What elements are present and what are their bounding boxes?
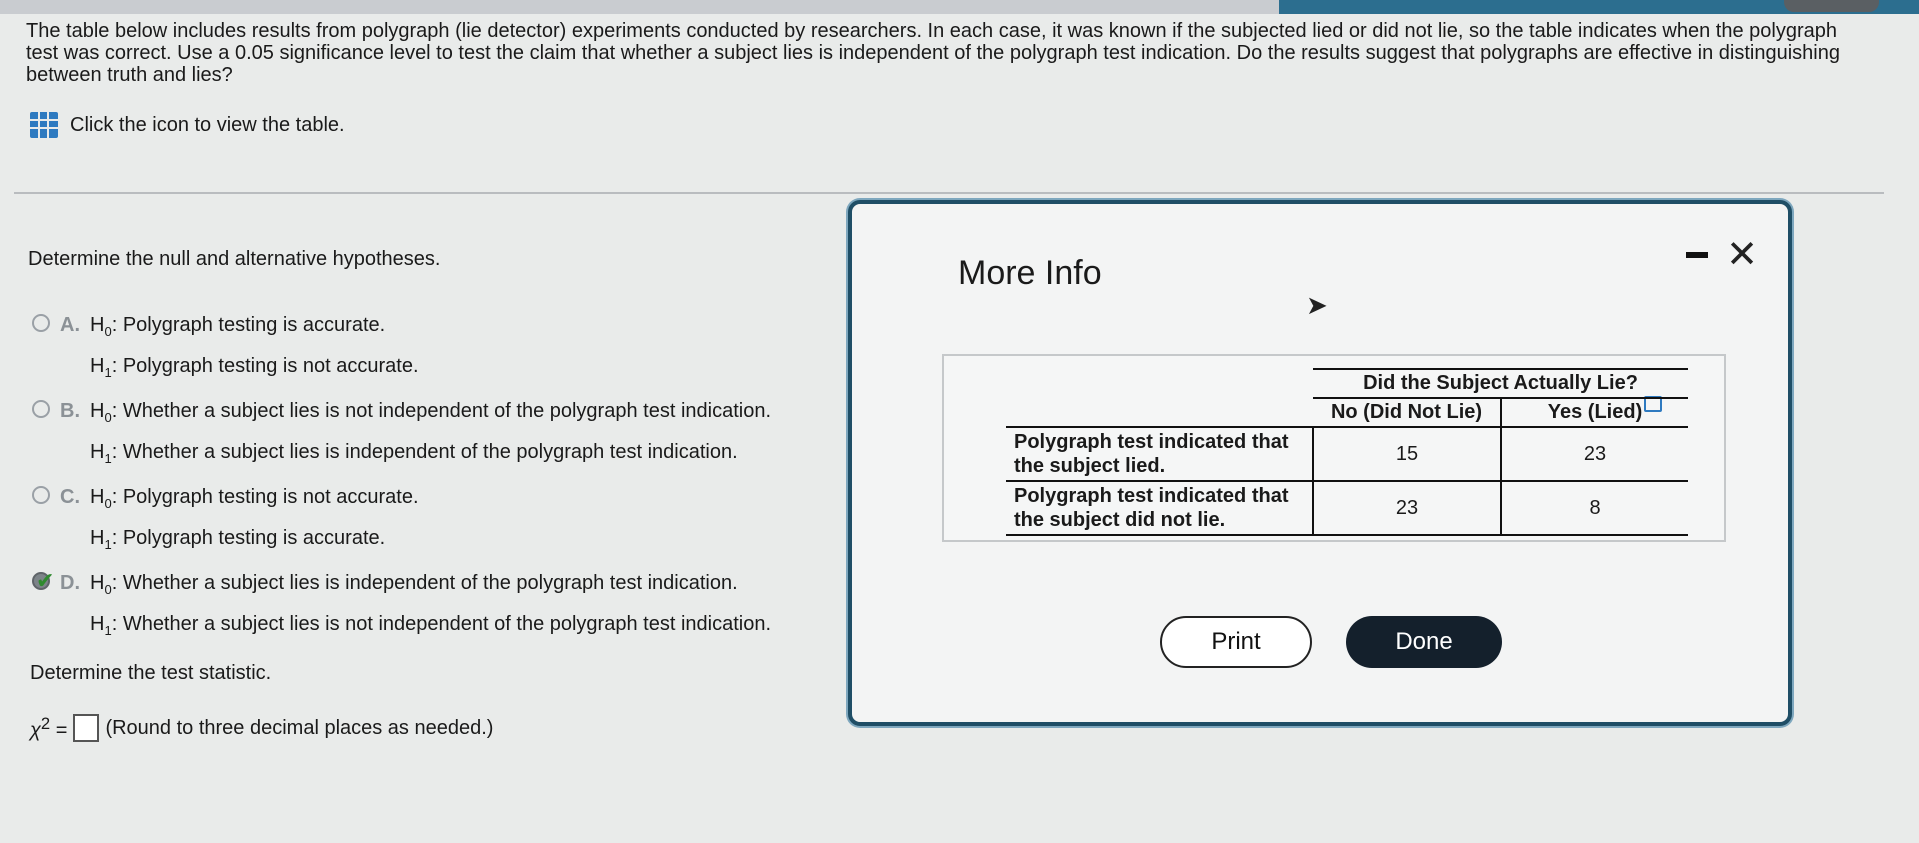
view-table-link[interactable]: Click the icon to view the table. (30, 112, 345, 138)
close-icon[interactable]: ✕ (1726, 232, 1758, 277)
test-statistic-prompt: Determine the test statistic. (30, 662, 272, 684)
option-b-h0: H0: Whether a subject lies is not indepe… (90, 400, 771, 425)
print-button[interactable]: Print (1160, 616, 1312, 668)
chi-square-row: χ2 = (Round to three decimal places as n… (30, 714, 493, 743)
info-table: Did the Subject Actually Lie? No (Did No… (1006, 368, 1688, 536)
option-d-letter: D. (60, 572, 80, 594)
minimize-icon[interactable] (1686, 252, 1708, 258)
option-b-letter: B. (60, 400, 80, 422)
table-row: Polygraph test indicated that the subject… (1006, 480, 1688, 536)
table-corner (1006, 369, 1313, 398)
table-corner-2 (1006, 398, 1313, 427)
option-d-h0: H0: Whether a subject lies is independen… (90, 572, 738, 597)
mouse-cursor-icon: ➤ (1306, 290, 1328, 320)
table-cell: 23 (1500, 427, 1688, 482)
option-a[interactable]: A. H0: Polygraph testing is accurate. H1… (32, 308, 419, 390)
modal-title: More Info (958, 254, 1102, 292)
option-b-h1: H1: Whether a subject lies is independen… (90, 441, 738, 466)
chi-square-input[interactable] (73, 714, 100, 743)
option-d[interactable]: ✔ D. H0: Whether a subject lies is indep… (32, 566, 771, 648)
top-bar-pill (1784, 0, 1879, 12)
rounding-hint: (Round to three decimal places as needed… (105, 716, 494, 739)
col-header-no: No (Did Not Lie) (1313, 398, 1502, 428)
top-bar (0, 0, 1919, 14)
hypotheses-section: Determine the null and alternative hypot… (28, 248, 848, 638)
more-info-modal: More Info ✕ ➤ Did the Subject Actually L… (848, 200, 1792, 726)
col-header-yes: Yes (Lied) (1501, 398, 1688, 428)
table-grid-icon[interactable] (30, 112, 58, 138)
chi-square-symbol: χ2 = (30, 714, 68, 742)
option-a-letter: A. (60, 314, 80, 336)
hypotheses-prompt: Determine the null and alternative hypot… (28, 248, 441, 270)
option-c-h1: H1: Polygraph testing is accurate. (90, 527, 386, 552)
correct-check-icon: ✔ (36, 568, 55, 593)
option-c[interactable]: C. H0: Polygraph testing is not accurate… (32, 480, 419, 562)
row-label: Polygraph test indicated that the subject… (1006, 426, 1313, 482)
option-c-h0: H0: Polygraph testing is not accurate. (90, 486, 419, 511)
done-button[interactable]: Done (1346, 616, 1502, 668)
section-divider (14, 192, 1884, 194)
option-a-h1: H1: Polygraph testing is not accurate. (90, 355, 419, 380)
option-b-radio[interactable] (32, 400, 50, 418)
info-table-container: Did the Subject Actually Lie? No (Did No… (942, 354, 1726, 542)
option-a-radio[interactable] (32, 314, 50, 332)
option-d-radio[interactable]: ✔ (32, 568, 54, 593)
option-b[interactable]: B. H0: Whether a subject lies is not ind… (32, 394, 771, 476)
table-top-header: Did the Subject Actually Lie? (1313, 368, 1688, 399)
option-d-h1: H1: Whether a subject lies is not indepe… (90, 613, 771, 638)
table-cell: 23 (1312, 481, 1501, 536)
row-label: Polygraph test indicated that the subject… (1006, 480, 1313, 536)
table-cell: 8 (1500, 481, 1688, 536)
option-a-h0: H0: Polygraph testing is accurate. (90, 314, 386, 339)
table-row: Polygraph test indicated that the subject… (1006, 426, 1688, 482)
option-c-radio[interactable] (32, 486, 50, 504)
view-table-label[interactable]: Click the icon to view the table. (70, 114, 345, 137)
table-cell: 15 (1312, 427, 1501, 482)
option-c-letter: C. (60, 486, 80, 508)
question-text: The table below includes results from po… (26, 20, 1840, 86)
